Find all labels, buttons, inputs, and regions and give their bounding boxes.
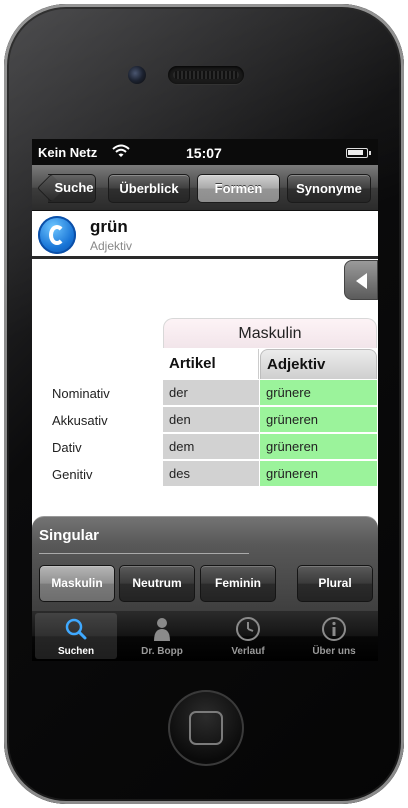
adjektiv-cell: grünere [260,380,377,405]
clock-icon [235,616,261,642]
artikel-cell: des [163,461,259,486]
tabbar-item-dr-bopp[interactable]: Dr. Bopp [121,613,203,659]
app-logo-icon [38,216,76,254]
column-header-artikel: Artikel [163,349,259,379]
tabbar-label: Suchen [57,646,95,657]
panel-title: Singular [39,527,100,544]
adjektiv-cell: grüneren [260,461,377,486]
tabbar-item-suchen[interactable]: Suchen [35,613,117,659]
earpiece-speaker [168,66,244,84]
case-label: Dativ [52,440,82,455]
plural-button[interactable]: Plural [297,565,373,602]
tabbar-label: Über uns [312,646,356,657]
artikel-cell: der [163,380,259,405]
tabbar-label: Verlauf [231,646,265,657]
back-button[interactable]: Suche [36,173,96,203]
screen: Kein Netz 15:07 Suche Überblick Formen S… [32,139,378,661]
front-camera [128,66,146,84]
word-type: Adjektiv [90,239,133,253]
back-button-label: Suche [54,180,94,195]
wifi-icon [112,144,130,161]
tab-formen[interactable]: Formen [197,174,280,203]
tab-synonyme[interactable]: Synonyme [287,174,371,203]
case-label: Nominativ [52,386,110,401]
tab-ueberblick[interactable]: Überblick [108,174,190,203]
neutrum-button[interactable]: Neutrum [119,565,195,602]
tabbar-item-ueber-uns[interactable]: Über uns [293,613,375,659]
tab-bar: Suchen Dr. Bopp Verlauf Über uns [32,611,378,661]
logo-letter-c [49,225,65,245]
clock-time: 15:07 [186,145,222,161]
carrier-label: Kein Netz [38,145,98,160]
declension-table: Maskulin Artikel Adjektiv Nominativ der … [32,262,378,522]
search-icon [63,616,89,642]
info-icon [321,616,347,642]
tabbar-item-verlauf[interactable]: Verlauf [207,613,289,659]
navigation-bar: Suche Überblick Formen Synonyme [32,165,378,211]
gender-heading: Maskulin [163,318,377,348]
column-header-adjektiv: Adjektiv [260,349,377,379]
number-gender-panel: Singular Maskulin Neutrum Feminin Plural [32,516,378,611]
word-header: grün Adjektiv [32,211,378,259]
panel-divider [39,553,249,554]
artikel-cell: den [163,407,259,432]
adjektiv-cell: grüneren [260,434,377,459]
maskulin-button[interactable]: Maskulin [39,565,115,602]
case-label: Genitiv [52,467,93,482]
case-label: Akkusativ [52,413,108,428]
person-icon [149,616,175,642]
status-bar: Kein Netz 15:07 [32,139,378,165]
home-button-icon [189,711,223,745]
word-title: grün [90,217,128,236]
tabbar-label: Dr. Bopp [141,646,183,657]
feminin-button[interactable]: Feminin [200,565,276,602]
adjektiv-cell: grüneren [260,407,377,432]
artikel-cell: dem [163,434,259,459]
battery-icon [346,148,371,158]
side-drawer-handle[interactable] [344,260,378,300]
